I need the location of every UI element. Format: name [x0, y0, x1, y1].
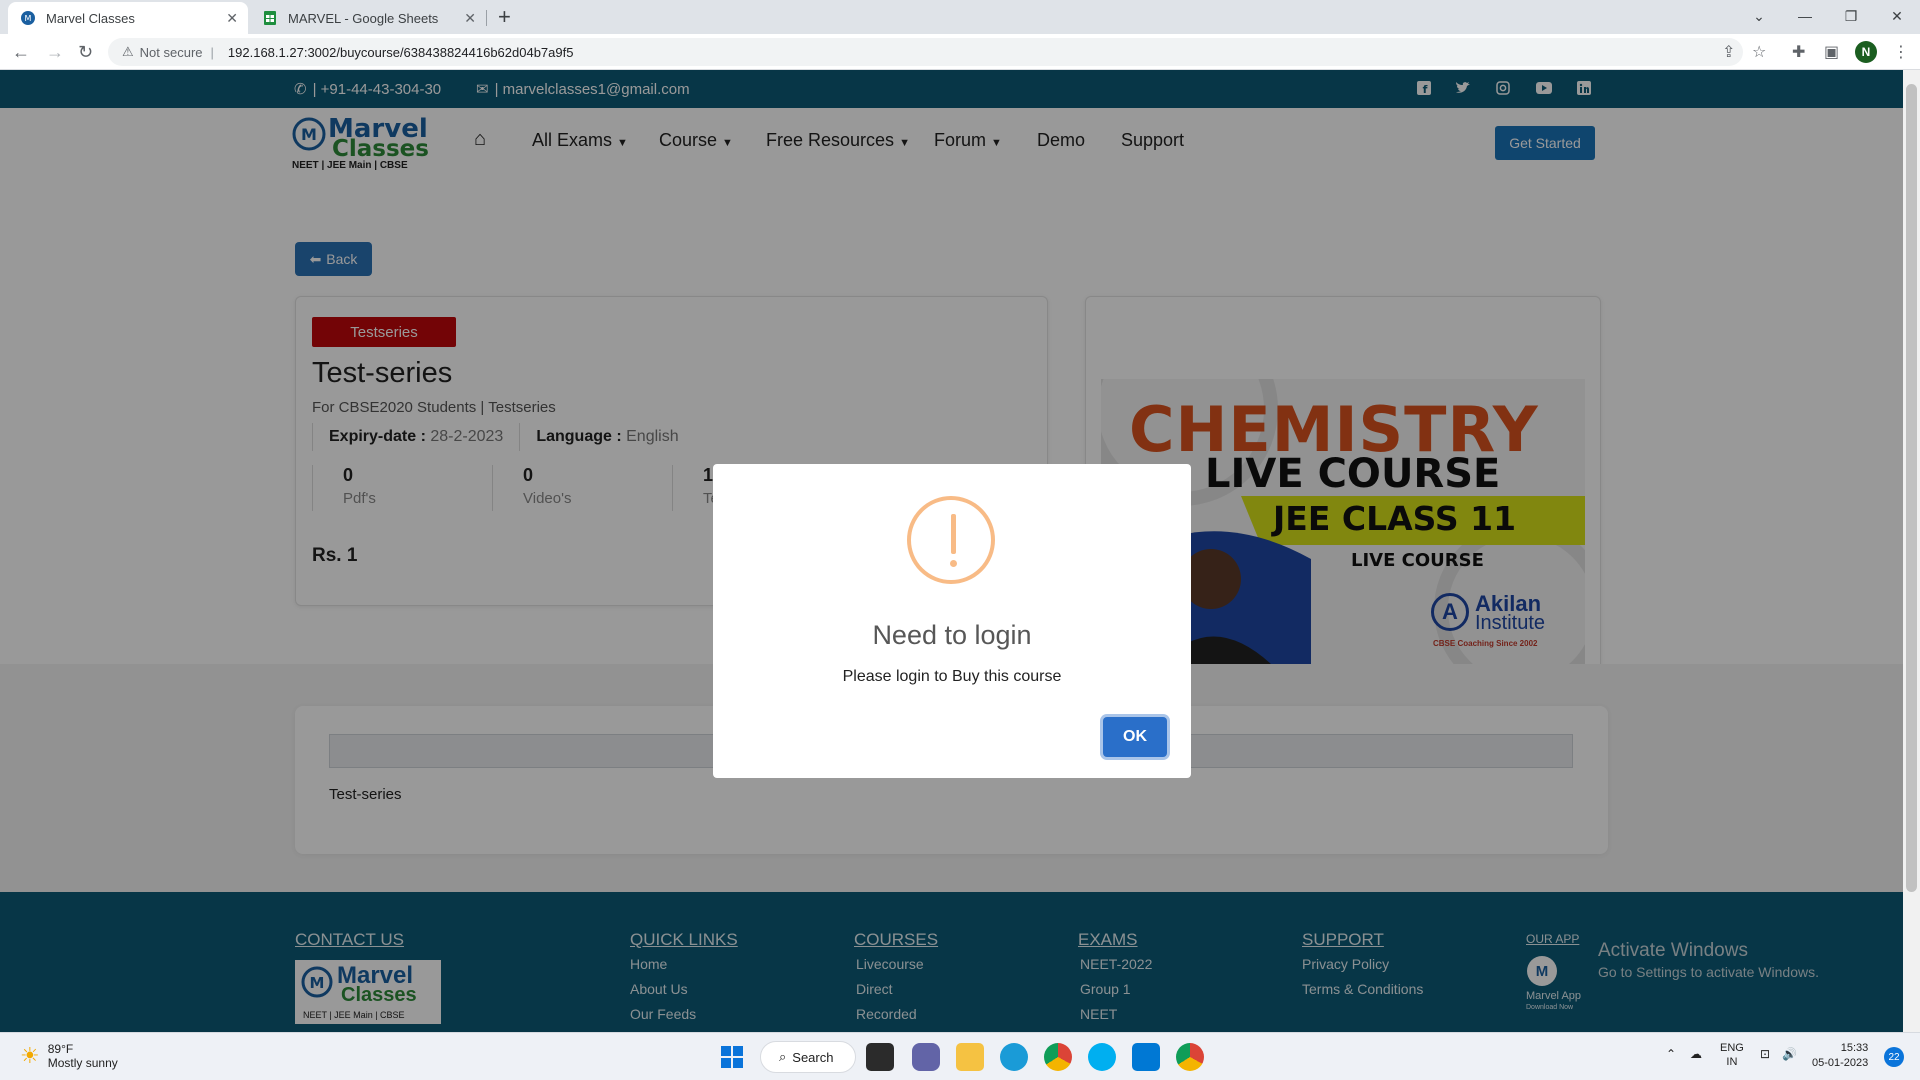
extensions-icon[interactable]: ✚	[1792, 42, 1805, 62]
tab-search-icon[interactable]: ⌄	[1736, 0, 1782, 32]
bookmark-star-icon[interactable]: ☆	[1752, 42, 1766, 62]
ok-button[interactable]: OK	[1103, 717, 1167, 757]
profile-avatar[interactable]: N	[1855, 41, 1877, 63]
sidepanel-icon[interactable]: ▣	[1824, 42, 1839, 62]
tab-title: MARVEL - Google Sheets	[288, 10, 439, 26]
exclamation-bar	[951, 514, 956, 554]
tab-marvel-classes[interactable]: M Marvel Classes ✕	[8, 2, 248, 34]
warning-triangle-icon: ⚠	[122, 44, 134, 59]
svg-text:M: M	[25, 14, 32, 23]
dialog-message: Please login to Buy this course	[842, 668, 1062, 685]
sheets-favicon-icon	[262, 10, 278, 26]
language-code: ENG	[1720, 1042, 1744, 1054]
share-icon[interactable]: ⇪	[1722, 42, 1735, 62]
chrome-profile-icon[interactable]	[1176, 1043, 1204, 1071]
system-clock[interactable]: 15:33 05-01-2023	[1812, 1041, 1868, 1071]
chrome-browser-icon[interactable]	[1044, 1043, 1072, 1071]
menu-kebab-icon[interactable]: ⋮	[1893, 42, 1909, 62]
windows-start-icon[interactable]	[718, 1043, 746, 1071]
tab-google-sheets[interactable]: MARVEL - Google Sheets ✕	[250, 2, 486, 34]
taskbar-search[interactable]: ⌕ Search	[760, 1041, 856, 1073]
dialog-title: Need to login	[872, 620, 1032, 650]
network-icon[interactable]: ⊡	[1760, 1047, 1770, 1061]
close-tab-icon[interactable]: ✕	[464, 10, 476, 27]
vscode-icon[interactable]	[1132, 1043, 1160, 1071]
page-scrollbar[interactable]	[1903, 70, 1920, 1032]
omnibox-divider: |	[210, 44, 214, 60]
weather-temp: 89°F	[47, 1042, 74, 1056]
page-viewport: ✆ | +91-44-43-304-30 ✉ | marvelclasses1@…	[0, 70, 1903, 1032]
reload-icon[interactable]: ↻	[78, 42, 93, 63]
teams-chat-icon[interactable]	[912, 1043, 940, 1071]
windows-taskbar: ☀ 89°F Mostly sunny ⌕ Search ⌃ ☁ ENG IN …	[0, 1032, 1920, 1080]
close-window-icon[interactable]: ✕	[1874, 0, 1920, 32]
address-bar: ← → ↻ ⚠ Not secure | 192.168.1.27:3002/b…	[0, 34, 1920, 70]
minimize-icon[interactable]: —	[1782, 0, 1828, 32]
region-code: IN	[1726, 1056, 1738, 1068]
onedrive-cloud-icon[interactable]: ☁	[1690, 1047, 1702, 1061]
tray-chevron-up-icon[interactable]: ⌃	[1666, 1047, 1676, 1061]
browser-tab-strip: M Marvel Classes ✕ MARVEL - Google Sheet…	[0, 0, 1920, 34]
forward-arrow-icon[interactable]: →	[46, 42, 64, 63]
clock-time: 15:33	[1840, 1042, 1869, 1054]
restore-icon[interactable]: ❐	[1828, 0, 1874, 32]
input-language[interactable]: ENG IN	[1720, 1041, 1744, 1069]
clock-date: 05-01-2023	[1812, 1057, 1869, 1069]
url-text[interactable]: 192.168.1.27:3002/buycourse/638438824416…	[228, 45, 574, 60]
marvel-favicon-icon: M	[20, 10, 36, 26]
search-label: Search	[792, 1049, 834, 1065]
sun-cloud-icon: ☀	[20, 1043, 40, 1068]
weather-widget[interactable]: ☀ 89°F Mostly sunny	[20, 1042, 118, 1070]
warning-exclamation-icon	[907, 496, 995, 584]
skype-icon[interactable]	[1088, 1043, 1116, 1071]
file-explorer-icon[interactable]	[956, 1043, 984, 1071]
tab-title: Marvel Classes	[46, 10, 135, 26]
back-arrow-icon[interactable]: ←	[12, 42, 30, 63]
task-view-icon[interactable]	[866, 1043, 894, 1071]
exclamation-dot	[950, 560, 957, 567]
scrollbar-thumb[interactable]	[1906, 84, 1917, 892]
weather-desc: Mostly sunny	[47, 1056, 118, 1070]
edge-browser-icon[interactable]	[1000, 1043, 1028, 1071]
volume-icon[interactable]: 🔊	[1782, 1047, 1797, 1061]
close-tab-icon[interactable]: ✕	[226, 10, 238, 27]
omnibox[interactable]: ⚠ Not secure | 192.168.1.27:3002/buycour…	[108, 38, 1743, 66]
login-required-dialog: Need to login Please login to Buy this c…	[713, 464, 1191, 778]
search-icon: ⌕	[779, 1049, 787, 1064]
security-label: Not secure	[139, 44, 203, 60]
new-tab-icon[interactable]: +	[498, 4, 511, 30]
tab-separator	[486, 10, 487, 26]
notification-count-badge[interactable]: 22	[1884, 1047, 1904, 1067]
